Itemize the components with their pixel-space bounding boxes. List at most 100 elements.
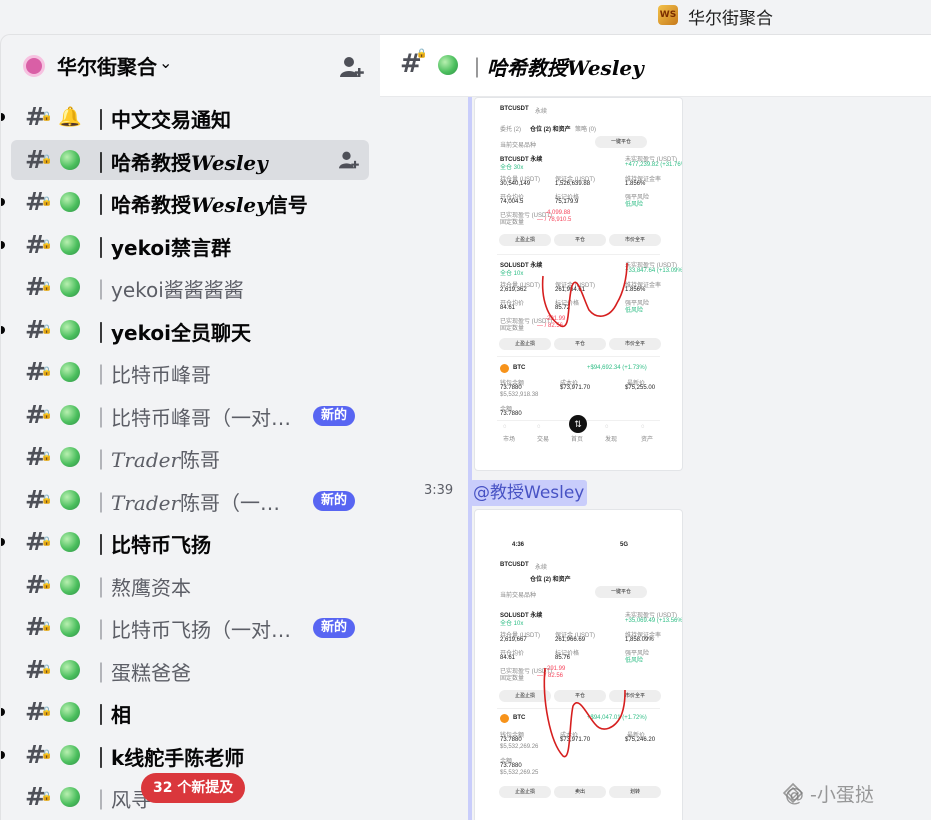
sidebar-channel-item[interactable]: # 🔒 ｜Trader陈哥 bbox=[11, 437, 369, 477]
sidebar-channel-item[interactable]: # 🔒 ｜比特币飞扬 bbox=[1, 522, 369, 562]
channel-name: ｜比特币峰哥 bbox=[91, 363, 211, 387]
channel-name: ｜熬鹰资本 bbox=[91, 575, 191, 600]
channel-separator: ｜ bbox=[91, 278, 111, 302]
new-badge: 新的 bbox=[313, 618, 356, 638]
channel-separator: ｜ bbox=[91, 235, 111, 260]
channel-hash-icon: # 🔒 bbox=[25, 229, 53, 259]
channel-separator: ｜ bbox=[91, 108, 111, 132]
channel-hash-icon: # 🔒 bbox=[25, 187, 53, 216]
hand-drawn-annotation bbox=[541, 262, 628, 327]
channel-hash-icon: # 🔒 bbox=[25, 314, 53, 344]
globe-icon bbox=[60, 617, 80, 637]
channel-separator: ｜ bbox=[91, 533, 111, 557]
channel-name: ｜蛋糕爸爸 bbox=[91, 660, 191, 685]
channel-name-latin: Trader bbox=[111, 490, 181, 515]
sidebar-channel-item[interactable]: # 🔒 🔔 ｜中文交易通知 bbox=[1, 97, 369, 137]
red-ink-stroke bbox=[543, 667, 626, 758]
globe-icon bbox=[60, 362, 80, 382]
sidebar-channel-item[interactable]: # 🔒 ｜比特币峰哥（一对… 新的 bbox=[11, 395, 369, 435]
sidebar-channel-item[interactable]: # 🔒 ｜k线舵手陈老师 bbox=[1, 735, 369, 775]
channel-hash-icon: # 🔒 bbox=[25, 357, 53, 386]
sidebar-channel-item[interactable]: # 🔒 ｜熬鹰资本 bbox=[11, 565, 369, 605]
channel-hash-icon: # 🔒 bbox=[25, 527, 53, 556]
add-member-icon[interactable] bbox=[339, 55, 365, 79]
globe-icon bbox=[438, 55, 458, 75]
channel-sidebar: 华尔街聚合 ⌄ # 🔒 🔔 ｜中文交易通知 # 🔒 ｜哈希教授Wesley # 🔒 ｜哈希教授We… bbox=[0, 34, 380, 820]
chevron-down-icon[interactable]: ⌄ bbox=[159, 53, 172, 72]
channel-title: ｜哈希教授Wesley bbox=[467, 56, 644, 80]
trading-screenshot-image[interactable]: 4:36 5G BTCUSDT 永续 仓位 (2) 和资产 当前交易品种 一键平仓 SOLUS… bbox=[474, 509, 683, 820]
channel-separator: ｜ bbox=[91, 193, 111, 217]
unread-indicator bbox=[1, 240, 5, 249]
mention-highlight-bar bbox=[468, 97, 472, 477]
channel-hash-icon: # 🔒 bbox=[25, 569, 53, 599]
channel-name: ｜哈希教授Wesley信号 bbox=[91, 193, 308, 217]
globe-icon bbox=[60, 319, 80, 340]
sidebar-channel-item[interactable]: # 🔒 ｜蛋糕爸爸 bbox=[11, 650, 369, 690]
new-mentions-pill[interactable]: 32 个新提及 bbox=[141, 773, 246, 803]
globe-icon bbox=[60, 447, 80, 467]
sidebar-channel-item[interactable]: # 🔒 ｜哈希教授Wesley bbox=[11, 139, 369, 180]
channel-name: ｜相 bbox=[91, 703, 131, 727]
channel-hash-icon: # 🔒 bbox=[25, 782, 53, 811]
sidebar-channel-item[interactable]: # 🔒 ｜yekoi禁言群 bbox=[1, 225, 369, 265]
channel-name: ｜k线舵手陈老师 bbox=[91, 745, 245, 770]
sidebar-channel-item[interactable]: # 🔒 ｜比特币飞扬（一对… 新的 bbox=[11, 607, 369, 647]
mention-highlight-bar bbox=[468, 477, 472, 820]
globe-icon bbox=[60, 277, 80, 297]
channel-hash-icon: # 🔒 bbox=[25, 399, 53, 429]
channel-separator: ｜ bbox=[91, 150, 111, 175]
sidebar-channel-item[interactable]: # 🔒 ｜相 bbox=[1, 692, 369, 732]
channel-name: ｜哈希教授Wesley bbox=[91, 150, 268, 175]
channel-name: ｜比特币飞扬（一对… bbox=[91, 618, 291, 642]
channel-hash-icon: # 🔒 bbox=[25, 654, 53, 684]
channel-separator: ｜ bbox=[91, 703, 111, 727]
globe-icon bbox=[60, 659, 80, 680]
channel-name-latin: Trader bbox=[111, 448, 181, 472]
add-member-icon[interactable] bbox=[338, 150, 360, 170]
channel-name-latin: Wesley bbox=[191, 150, 268, 175]
sidebar-channel-item[interactable]: # 🔒 ｜Trader陈哥（一… 新的 bbox=[11, 480, 369, 520]
unread-indicator bbox=[1, 198, 5, 206]
globe-icon bbox=[60, 744, 80, 765]
channel-separator: ｜ bbox=[91, 745, 111, 770]
unread-indicator bbox=[1, 708, 5, 716]
channel-hash-icon: # 🔒 bbox=[400, 49, 428, 79]
channel-separator: ｜ bbox=[91, 320, 111, 345]
new-badge: 新的 bbox=[313, 405, 356, 426]
channel-separator: ｜ bbox=[91, 490, 111, 515]
channel-separator: ｜ bbox=[91, 788, 111, 812]
unread-indicator bbox=[1, 538, 5, 546]
channel-name: ｜yekoi全员聊天 bbox=[91, 320, 251, 345]
sidebar-channel-item[interactable]: # 🔒 ｜yekoi酱酱酱酱 bbox=[11, 267, 369, 307]
channel-separator: ｜ bbox=[91, 618, 111, 642]
unread-indicator bbox=[1, 750, 5, 759]
bell-icon: 🔔 bbox=[58, 106, 82, 128]
globe-icon bbox=[60, 574, 80, 595]
globe-icon bbox=[60, 192, 80, 212]
window-title: 华尔街聚合 bbox=[688, 9, 773, 29]
new-badge: 新的 bbox=[313, 490, 356, 511]
channel-hash-icon: # 🔒 bbox=[25, 144, 53, 174]
sidebar-channel-item[interactable]: # 🔒 ｜比特币峰哥 bbox=[11, 352, 369, 392]
trading-screenshot-image[interactable]: BTCUSDT 永续 委托 (2) 仓位 (2) 和资产 策略 (0) 当前交易品种 一键平… bbox=[474, 97, 683, 471]
channel-separator: ｜ bbox=[91, 575, 111, 600]
server-header[interactable]: 华尔街聚合 ⌄ bbox=[1, 35, 380, 97]
sidebar-channel-item[interactable]: # 🔒 ｜yekoi全员聊天 bbox=[1, 310, 369, 350]
unread-indicator bbox=[1, 325, 5, 334]
server-name: 华尔街聚合 bbox=[57, 55, 157, 79]
sidebar-channel-item[interactable]: # 🔒 ｜哈希教授Wesley信号 bbox=[1, 182, 369, 222]
user-mention[interactable]: @教授Wesley bbox=[470, 480, 588, 506]
globe-icon bbox=[60, 532, 80, 552]
window-title-bar: WS 华尔街聚合 bbox=[0, 0, 931, 30]
channel-separator: ｜ bbox=[91, 363, 111, 387]
channel-name: ｜中文交易通知 bbox=[91, 108, 231, 132]
message-list[interactable]: BTCUSDT 永续 委托 (2) 仓位 (2) 和资产 策略 (0) 当前交易品种 一键平… bbox=[380, 97, 931, 820]
globe-icon bbox=[60, 234, 80, 255]
hand-drawn-annotation bbox=[543, 667, 626, 758]
globe-icon bbox=[60, 404, 80, 425]
channel-header: # 🔒 ｜哈希教授Wesley bbox=[380, 35, 931, 97]
channel-name-latin: Wesley bbox=[191, 193, 268, 217]
chat-main: # 🔒 ｜哈希教授Wesley BTCUSDT 永续 委托 (2) 仓位 (2) 和资产… bbox=[380, 34, 931, 820]
channel-hash-icon: # 🔒 bbox=[25, 102, 53, 131]
